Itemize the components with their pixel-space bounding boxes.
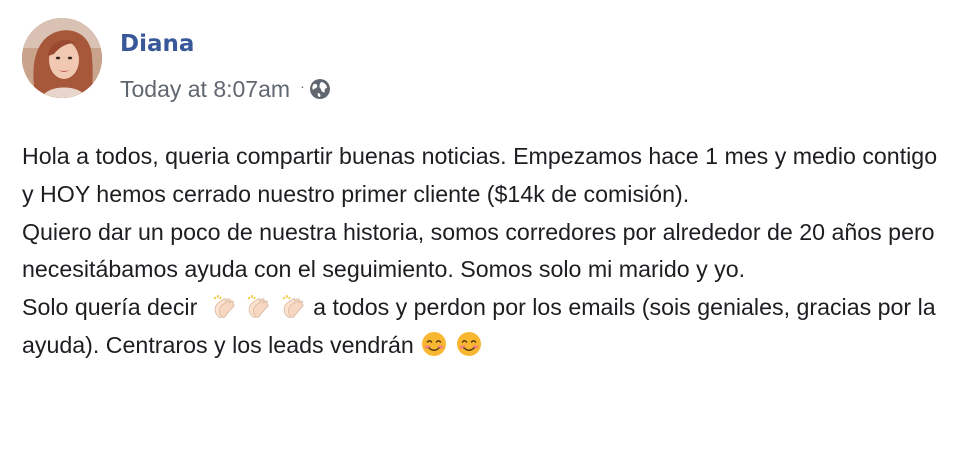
post-card: Diana Today at 8:07am · Hola a todos, qu… [0, 0, 969, 453]
author-avatar[interactable] [22, 18, 102, 98]
clapping-hands-icon [244, 293, 272, 319]
post-timestamp[interactable]: Today at 8:07am [120, 75, 290, 103]
post-body: Hola a todos, queria compartir buenas no… [22, 138, 952, 365]
smiling-face-icon [455, 331, 483, 357]
header-text: Diana Today at 8:07am · [120, 18, 331, 103]
meta-separator: · [300, 78, 305, 94]
smiling-face-icon [420, 331, 448, 357]
user-avatar-icon [22, 18, 102, 98]
paragraph-3-text-before: Solo quería decir [22, 294, 198, 321]
post-header: Diana Today at 8:07am · [22, 18, 331, 102]
clapping-hands-icon [279, 293, 307, 319]
post-paragraph-3: Solo quería decir a todos y perdon por l… [22, 289, 952, 365]
clapping-hands-icon [210, 293, 238, 319]
globe-icon[interactable] [309, 78, 331, 100]
post-paragraph-1: Hola a todos, queria compartir buenas no… [22, 143, 938, 207]
post-paragraph-2: Quiero dar un poco de nuestra historia, … [22, 218, 935, 283]
author-name[interactable]: Diana [120, 30, 331, 58]
post-meta: Today at 8:07am · [120, 75, 331, 103]
